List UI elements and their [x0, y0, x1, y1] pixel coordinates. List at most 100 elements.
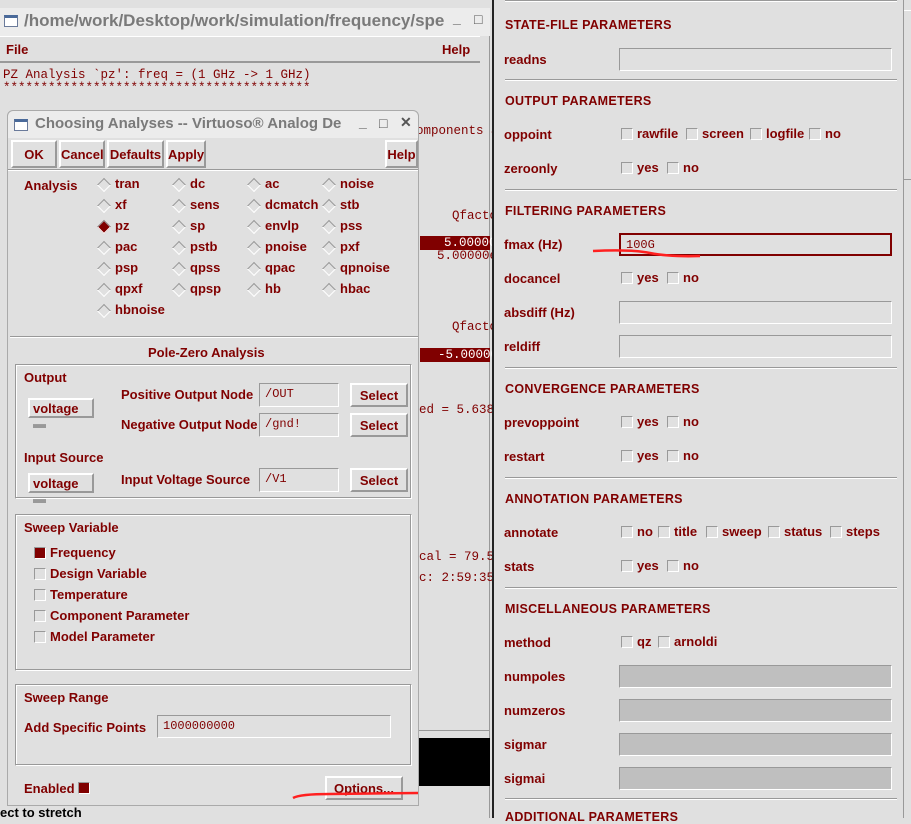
analysis-option-qpxf[interactable]: qpxf	[115, 281, 142, 296]
analysis-option-pss[interactable]: pss	[340, 218, 362, 233]
analysis-option-envlp[interactable]: envlp	[265, 218, 299, 233]
analysis-option-sens[interactable]: sens	[190, 197, 220, 212]
analysis-option-hbac[interactable]: hbac	[340, 281, 370, 296]
annotate-sweep-checkbox[interactable]	[706, 526, 718, 538]
sweep-checkbox[interactable]	[34, 568, 46, 580]
sweep-checkbox[interactable]	[34, 589, 46, 601]
oppoint-logfile-label[interactable]: logfile	[766, 126, 804, 141]
annotate-status-checkbox[interactable]	[768, 526, 780, 538]
output-type-dropdown[interactable]: voltage ▬	[28, 398, 94, 431]
radio-pstb[interactable]	[171, 240, 187, 256]
method-arnoldi-label[interactable]: arnoldi	[674, 634, 717, 649]
input-source-input[interactable]: /V1	[259, 468, 339, 492]
input-source-select-button[interactable]: Select	[350, 468, 408, 492]
zeroonly-no-checkbox[interactable]	[667, 162, 679, 174]
oppoint-screen-checkbox[interactable]	[686, 128, 698, 140]
annotate-sweep-label[interactable]: sweep	[722, 524, 762, 539]
minimize-icon[interactable]: _	[453, 10, 461, 26]
annotate-no-label[interactable]: no	[637, 524, 653, 539]
radio-qpxf[interactable]	[96, 282, 112, 298]
zeroonly-yes-label[interactable]: yes	[637, 160, 659, 175]
annotate-steps-checkbox[interactable]	[830, 526, 842, 538]
radio-pz[interactable]	[96, 219, 112, 235]
radio-pnoise[interactable]	[246, 240, 262, 256]
radio-tran[interactable]	[96, 177, 112, 193]
analysis-option-qpac[interactable]: qpac	[265, 260, 295, 275]
help-button[interactable]: Help	[385, 140, 418, 168]
zeroonly-yes-checkbox[interactable]	[621, 162, 633, 174]
positive-node-input[interactable]: /OUT	[259, 383, 339, 407]
stats-yes-label[interactable]: yes	[637, 558, 659, 573]
analysis-option-psp[interactable]: psp	[115, 260, 138, 275]
docancel-yes-label[interactable]: yes	[637, 270, 659, 285]
analysis-option-tran[interactable]: tran	[115, 176, 140, 191]
radio-qpac[interactable]	[246, 261, 262, 277]
sweep-checkbox[interactable]	[34, 631, 46, 643]
radio-noise[interactable]	[321, 177, 337, 193]
maximize-icon[interactable]: □	[379, 115, 387, 131]
sigmar-input[interactable]	[619, 733, 892, 756]
oppoint-rawfile-checkbox[interactable]	[621, 128, 633, 140]
radio-sens[interactable]	[171, 198, 187, 214]
specific-points-input[interactable]: 1000000000	[157, 715, 391, 738]
menu-help[interactable]: Help	[442, 42, 470, 57]
numpoles-input[interactable]	[619, 665, 892, 688]
negative-node-input[interactable]: /gnd!	[259, 413, 339, 437]
radio-pss[interactable]	[321, 219, 337, 235]
analysis-option-dc[interactable]: dc	[190, 176, 205, 191]
radio-qpnoise[interactable]	[321, 261, 337, 277]
radio-hb[interactable]	[246, 282, 262, 298]
pole-value-highlight[interactable]: 5.00000	[420, 236, 497, 250]
prevoppoint-yes-label[interactable]: yes	[637, 414, 659, 429]
oppoint-no-label[interactable]: no	[825, 126, 841, 141]
zeroonly-no-label[interactable]: no	[683, 160, 699, 175]
annotate-title-checkbox[interactable]	[658, 526, 670, 538]
input-type-dropdown[interactable]: voltage ▬	[28, 473, 94, 506]
radio-psp[interactable]	[96, 261, 112, 277]
absdiff-input[interactable]	[619, 301, 892, 324]
oppoint-logfile-checkbox[interactable]	[750, 128, 762, 140]
analysis-option-pnoise[interactable]: pnoise	[265, 239, 307, 254]
analysis-option-pxf[interactable]: pxf	[340, 239, 360, 254]
cancel-button[interactable]: Cancel	[59, 140, 105, 168]
docancel-yes-checkbox[interactable]	[621, 272, 633, 284]
sweep-option-label[interactable]: Frequency	[50, 545, 116, 560]
menu-file[interactable]: File	[6, 42, 28, 57]
analysis-option-stb[interactable]: stb	[340, 197, 360, 212]
ok-button[interactable]: OK	[11, 140, 57, 168]
negative-node-select-button[interactable]: Select	[350, 413, 408, 437]
radio-dc[interactable]	[171, 177, 187, 193]
oppoint-rawfile-label[interactable]: rawfile	[637, 126, 678, 141]
analysis-option-pac[interactable]: pac	[115, 239, 137, 254]
radio-qpss[interactable]	[171, 261, 187, 277]
enabled-checkbox[interactable]	[78, 782, 90, 794]
annotate-status-label[interactable]: status	[784, 524, 822, 539]
restart-no-label[interactable]: no	[683, 448, 699, 463]
radio-sp[interactable]	[171, 219, 187, 235]
analysis-option-dcmatch[interactable]: dcmatch	[265, 197, 318, 212]
positive-node-select-button[interactable]: Select	[350, 383, 408, 407]
reldiff-input[interactable]	[619, 335, 892, 358]
stats-no-label[interactable]: no	[683, 558, 699, 573]
radio-qpsp[interactable]	[171, 282, 187, 298]
radio-envlp[interactable]	[246, 219, 262, 235]
radio-pac[interactable]	[96, 240, 112, 256]
annotate-steps-label[interactable]: steps	[846, 524, 880, 539]
analysis-option-pstb[interactable]: pstb	[190, 239, 217, 254]
zero-value-highlight[interactable]: -5.00000	[420, 348, 498, 362]
analysis-option-qpnoise[interactable]: qpnoise	[340, 260, 390, 275]
sigmai-input[interactable]	[619, 767, 892, 790]
radio-pxf[interactable]	[321, 240, 337, 256]
analysis-option-qpsp[interactable]: qpsp	[190, 281, 221, 296]
docancel-no-label[interactable]: no	[683, 270, 699, 285]
radio-dcmatch[interactable]	[246, 198, 262, 214]
radio-stb[interactable]	[321, 198, 337, 214]
sweep-option-label[interactable]: Component Parameter	[50, 608, 189, 623]
analysis-option-ac[interactable]: ac	[265, 176, 279, 191]
stats-no-checkbox[interactable]	[667, 560, 679, 572]
oppoint-screen-label[interactable]: screen	[702, 126, 744, 141]
radio-hbac[interactable]	[321, 282, 337, 298]
scrollbar[interactable]	[903, 0, 911, 818]
method-arnoldi-checkbox[interactable]	[658, 636, 670, 648]
restart-yes-label[interactable]: yes	[637, 448, 659, 463]
